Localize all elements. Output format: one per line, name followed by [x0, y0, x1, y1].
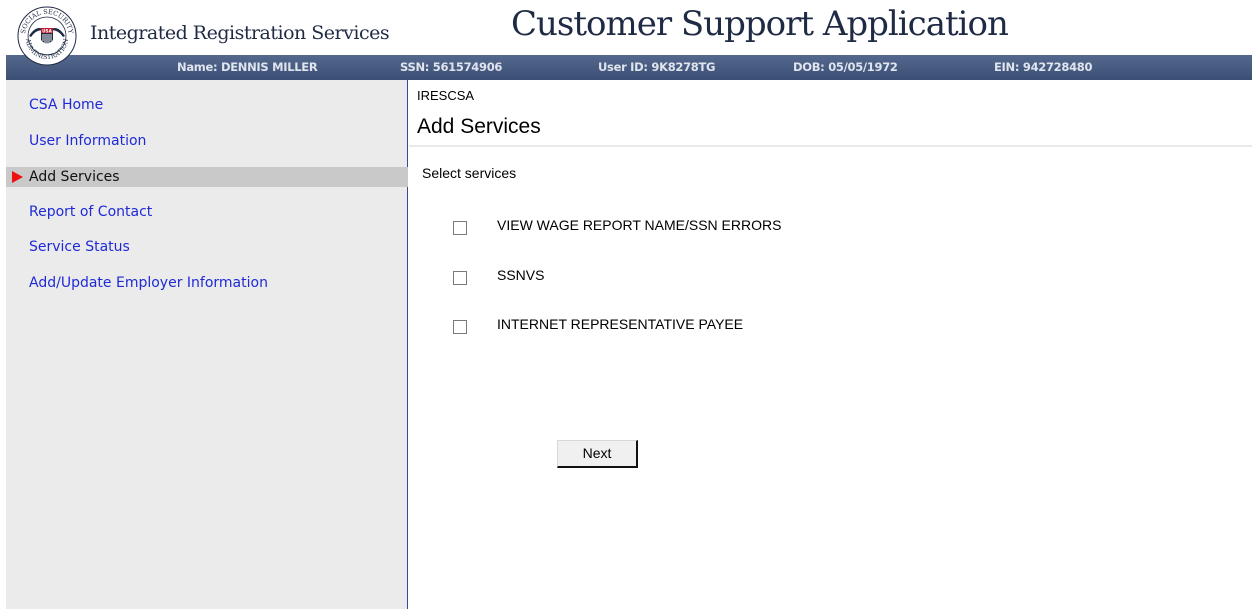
sidebar-item-add-update-employer[interactable]: Add/Update Employer Information — [6, 273, 408, 293]
sidebar-item-user-information[interactable]: User Information — [6, 131, 408, 151]
user-ssn: SSN: 561574906 — [400, 60, 503, 74]
service-label: INTERNET REPRESENTATIVE PAYEE — [497, 316, 744, 332]
service-checkbox[interactable] — [453, 221, 467, 235]
breadcrumb: IRESCSA — [417, 88, 475, 103]
page-title: Customer Support Application — [511, 4, 1009, 44]
user-ein: EIN: 942728480 — [994, 60, 1093, 74]
user-info-bar: Name: DENNIS MILLER SSN: 561574906 User … — [6, 55, 1252, 80]
sidebar-item-label: Add Services — [29, 169, 120, 185]
user-dob: DOB: 05/05/1972 — [793, 60, 898, 74]
header: SOCIAL SECURITY ADMINISTRATION USA Integ… — [0, 0, 1252, 66]
service-checkbox[interactable] — [453, 271, 467, 285]
sidebar-item-report-of-contact[interactable]: Report of Contact — [6, 202, 408, 222]
app-name: Integrated Registration Services — [90, 22, 390, 44]
next-button[interactable]: Next — [557, 440, 638, 468]
svg-text:USA: USA — [42, 28, 52, 33]
sidebar-item-csa-home[interactable]: CSA Home — [6, 95, 408, 115]
user-id: User ID: 9K8278TG — [598, 60, 716, 74]
sidebar-item-service-status[interactable]: Service Status — [6, 237, 408, 257]
service-label: SSNVS — [497, 267, 545, 283]
user-name: Name: DENNIS MILLER — [177, 60, 318, 74]
sidebar-item-add-services[interactable]: Add Services — [6, 167, 408, 187]
active-arrow-icon — [12, 171, 23, 183]
sidebar: CSA Home User Information Add Services R… — [6, 80, 408, 609]
service-checkbox[interactable] — [453, 320, 467, 334]
section-title: Add Services — [417, 115, 541, 138]
title-divider — [409, 145, 1252, 147]
select-services-label: Select services — [422, 165, 517, 181]
main-content: IRESCSA Add Services Select services VIE… — [409, 80, 1252, 609]
ssa-seal-icon: SOCIAL SECURITY ADMINISTRATION USA — [17, 6, 77, 66]
service-label: VIEW WAGE REPORT NAME/SSN ERRORS — [497, 217, 782, 233]
